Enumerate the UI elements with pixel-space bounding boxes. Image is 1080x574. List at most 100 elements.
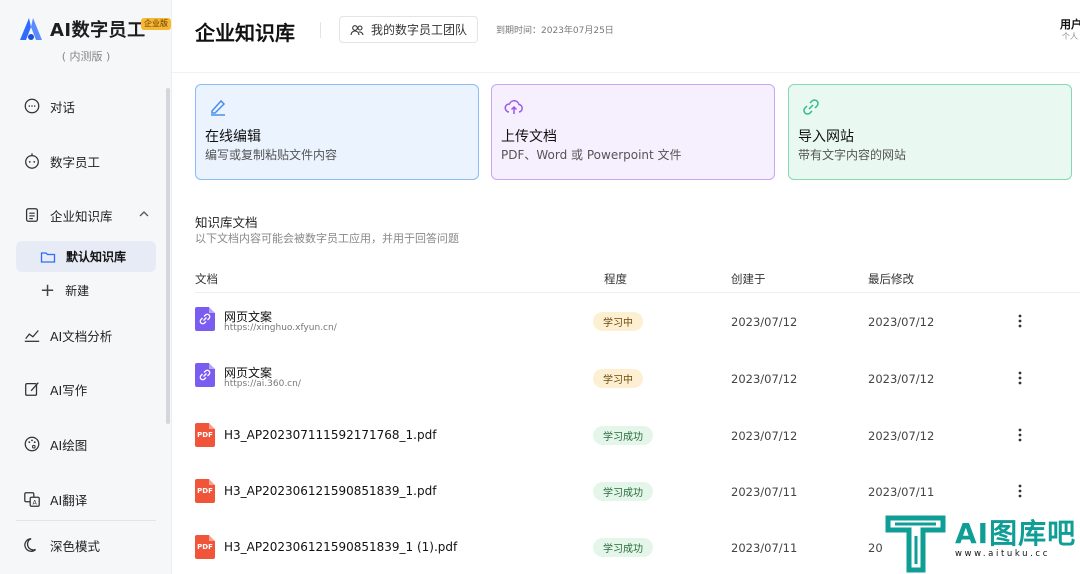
expiry-date: 到期时间：2023年07月25日: [496, 26, 614, 36]
team-button-label: 我的数字员工团队: [371, 23, 468, 37]
folder-icon: [40, 251, 56, 263]
brand-name: AI数字员工: [50, 20, 146, 41]
file-url: https://ai.360.cn/: [224, 379, 301, 389]
modified-date: 2023/07/12: [868, 429, 935, 443]
sidebar-item-label: 深色模式: [50, 538, 101, 554]
header-divider: [320, 22, 321, 38]
card-title: 在线编辑: [205, 129, 261, 145]
document-icon: [22, 205, 42, 225]
section-desc: 以下文档内容可能会被数字员工应用，并用于回答问题: [195, 232, 459, 245]
sidebar-item-doc-analysis[interactable]: AI文档分析: [22, 321, 112, 349]
file-name[interactable]: H3_AP202306121590851839_1.pdf: [224, 484, 436, 498]
sidebar-item-label: AI绘图: [50, 437, 88, 453]
team-button[interactable]: 我的数字员工团队: [339, 16, 479, 43]
sidebar-item-chat[interactable]: 对话: [22, 92, 75, 120]
translate-icon: A: [22, 489, 42, 509]
user-plan: 个人: [1062, 32, 1078, 41]
status-badge: 学习成功: [593, 538, 653, 557]
chevron-up-icon[interactable]: [138, 208, 150, 220]
sidebar-scrollbar[interactable]: [166, 88, 170, 424]
modified-date: 2023/07/12: [868, 372, 935, 386]
created-date: 2023/07/12: [731, 315, 798, 329]
status-badge: 学习成功: [593, 426, 653, 445]
upload-document-card[interactable]: 上传文档 PDF、Word 或 Powerpoint 文件: [491, 84, 775, 180]
sidebar-item-label: AI翻译: [50, 492, 88, 508]
plus-icon: +: [40, 279, 56, 301]
column-header-doc: 文档: [195, 272, 218, 286]
pen-icon: [211, 99, 226, 116]
column-header-modified: 最后修改: [868, 272, 914, 286]
created-date: 2023/07/11: [731, 541, 798, 555]
sidebar-item-knowledge-base[interactable]: 企业知识库: [22, 201, 113, 229]
modified-date: 20: [868, 541, 883, 555]
more-options-icon[interactable]: [1015, 370, 1025, 386]
created-date: 2023/07/12: [731, 372, 798, 386]
modified-date: 2023/07/12: [868, 315, 935, 329]
table-row[interactable]: 网页文案 https://ai.360.cn/ 学习中 2023/07/12 2…: [195, 363, 1080, 419]
created-date: 2023/07/12: [731, 429, 798, 443]
sidebar: AI数字员工 企业版 ( 内测版 ) 对话 数字员工 企业知识库 默认知识库 +…: [0, 0, 172, 574]
table-header-divider: [195, 292, 1080, 293]
web-link-file-icon: [195, 363, 215, 387]
edit-icon: [22, 379, 42, 399]
sidebar-item-ai-writing[interactable]: AI写作: [22, 375, 87, 403]
sidebar-item-label: 企业知识库: [50, 208, 113, 224]
sidebar-item-label: AI写作: [50, 382, 88, 398]
palette-icon: [22, 434, 42, 454]
file-name[interactable]: H3_AP202306121590851839_1 (1).pdf: [224, 540, 457, 554]
page-title: 企业知识库: [195, 21, 295, 45]
cloud-upload-icon: [504, 100, 523, 114]
status-badge: 学习中: [593, 369, 643, 388]
table-row[interactable]: PDF H3_AP202307111592171768_1.pdf 学习成功 2…: [195, 423, 1080, 479]
sidebar-item-ai-drawing[interactable]: AI绘图: [22, 430, 87, 458]
card-title: 上传文档: [501, 129, 557, 145]
column-header-level: 程度: [604, 272, 627, 286]
team-icon: [350, 24, 364, 35]
status-badge: 学习中: [593, 312, 643, 331]
sidebar-subitem-default-kb[interactable]: 默认知识库: [16, 241, 156, 272]
brand[interactable]: AI数字员工 企业版: [18, 16, 171, 42]
modified-date: 2023/07/11: [868, 485, 935, 499]
watermark-url: www.aituku.cc: [955, 549, 1050, 559]
sidebar-subitem-label: 新建: [65, 284, 90, 298]
card-desc: 编写或复制粘贴文件内容: [205, 148, 338, 162]
sidebar-subitem-new[interactable]: + 新建: [40, 279, 90, 301]
sidebar-item-ai-translate[interactable]: A AI翻译: [22, 485, 87, 513]
dark-mode-toggle[interactable]: 深色模式: [22, 531, 100, 559]
link-icon: [803, 99, 819, 115]
header-divider-line: [172, 72, 1080, 73]
card-desc: PDF、Word 或 Powerpoint 文件: [501, 148, 682, 162]
card-title: 导入网站: [798, 129, 854, 145]
web-link-file-icon: [195, 307, 215, 331]
online-edit-card[interactable]: 在线编辑 编写或复制粘贴文件内容: [195, 84, 479, 180]
status-badge: 学习成功: [593, 482, 653, 501]
brand-subtitle: ( 内测版 ): [61, 50, 111, 63]
import-website-card[interactable]: 导入网站 带有文字内容的网站: [788, 84, 1072, 180]
sidebar-divider: [16, 520, 156, 521]
sidebar-item-digital-employee[interactable]: 数字员工: [22, 147, 100, 175]
created-date: 2023/07/11: [731, 485, 798, 499]
robot-icon: [22, 151, 42, 171]
pdf-file-icon: PDF: [195, 423, 215, 447]
card-desc: 带有文字内容的网站: [798, 148, 907, 162]
logo-icon: [20, 18, 42, 40]
sidebar-subitem-label: 默认知识库: [66, 250, 127, 264]
sidebar-item-label: AI文档分析: [50, 328, 113, 344]
moon-icon: [22, 535, 42, 555]
edition-badge: 企业版: [141, 18, 171, 30]
svg-text:A: A: [33, 499, 38, 506]
section-title: 知识库文档: [195, 215, 258, 230]
sidebar-item-label: 数字员工: [50, 154, 101, 170]
file-url: https://xinghuo.xfyun.cn/: [224, 323, 337, 333]
watermark-text: AI图库吧: [955, 517, 1077, 550]
file-name[interactable]: H3_AP202307111592171768_1.pdf: [224, 428, 436, 442]
pdf-file-icon: PDF: [195, 535, 215, 559]
chat-icon: [22, 96, 42, 116]
user-name[interactable]: 用户: [1060, 16, 1080, 32]
more-options-icon[interactable]: [1015, 427, 1025, 443]
table-row[interactable]: 网页文案 https://xinghuo.xfyun.cn/ 学习中 2023/…: [195, 307, 1080, 363]
column-header-created: 创建于: [731, 272, 766, 286]
sidebar-item-label: 对话: [50, 99, 76, 115]
more-options-icon[interactable]: [1015, 313, 1025, 329]
more-options-icon[interactable]: [1015, 483, 1025, 499]
